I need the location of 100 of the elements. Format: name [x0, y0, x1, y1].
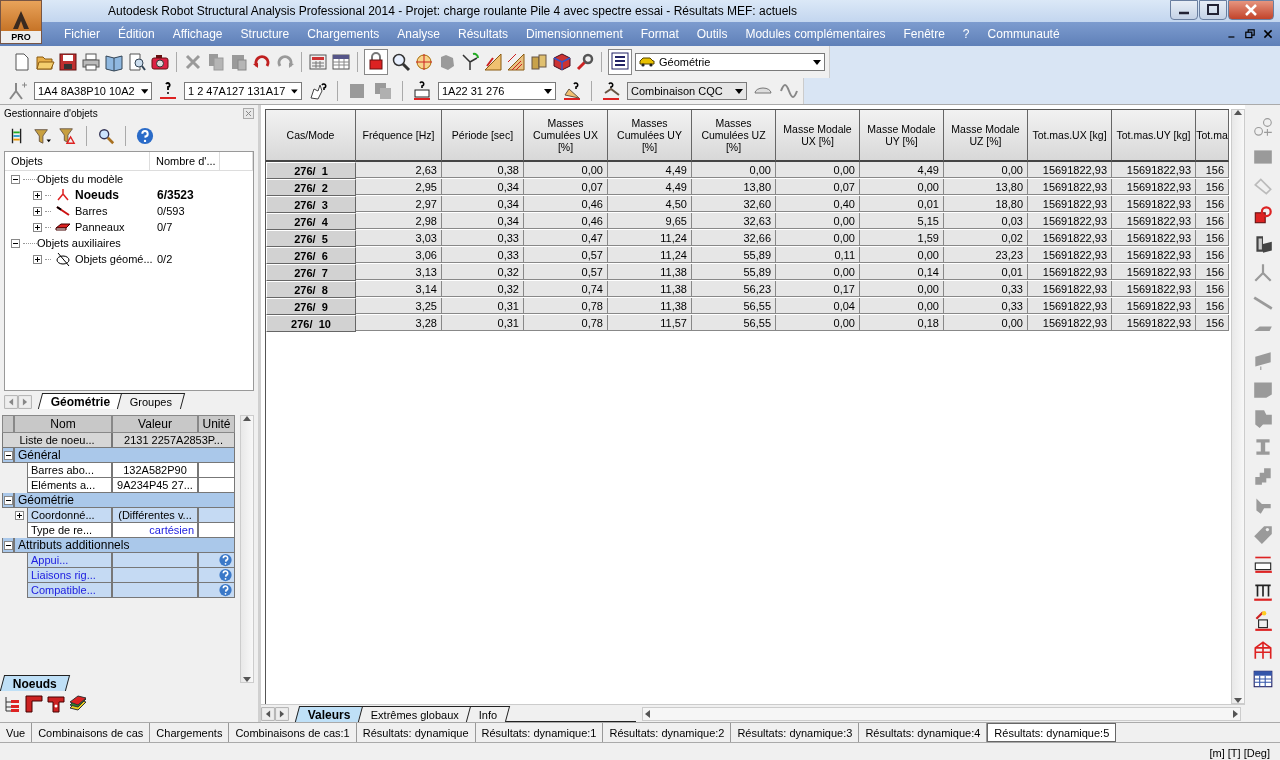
hand-query-icon[interactable]	[308, 81, 328, 101]
tree-item[interactable]: Objets du modèle	[37, 173, 124, 185]
lock-icon[interactable]	[366, 51, 386, 71]
scroll-up-icon[interactable]	[1234, 110, 1242, 115]
close-icon[interactable]	[1262, 28, 1274, 40]
dropdown-arrow-icon[interactable]	[291, 88, 298, 94]
column-header[interactable]: Nombre d'...	[150, 152, 220, 170]
tree-item[interactable]: Barres	[71, 205, 155, 217]
property-link[interactable]: Compatible...	[27, 583, 112, 598]
hatch-icon[interactable]	[506, 52, 526, 72]
corner-icon[interactable]	[24, 694, 44, 714]
t-section-icon[interactable]	[46, 694, 66, 714]
vertical-scrollbar[interactable]	[1231, 109, 1245, 704]
row-header[interactable]: 276/ 1	[266, 162, 356, 179]
column-header[interactable]: Tot.mas.UX [kg]	[1028, 110, 1112, 162]
new-page-icon[interactable]	[12, 52, 32, 72]
column-header[interactable]: Masse Modale UZ [%]	[944, 110, 1028, 162]
view-tab[interactable]: Combinaisons de cas:1	[229, 723, 357, 742]
node-selection-field[interactable]: 1A4 8A38P10 10A2	[34, 82, 152, 100]
dropdown-arrow-icon[interactable]	[544, 88, 552, 94]
scroll-up-icon[interactable]	[243, 416, 251, 421]
row-header[interactable]: 276/ 10	[266, 315, 356, 332]
paste-icon[interactable]	[229, 52, 249, 72]
view-tab[interactable]: Résultats: dynamique:2	[603, 723, 732, 742]
row-header[interactable]: 276/ 3	[266, 196, 356, 213]
expand-icon[interactable]	[33, 206, 42, 216]
camera-icon[interactable]	[150, 52, 170, 72]
row-header[interactable]: 276/ 4	[266, 213, 356, 230]
column-header[interactable]: Objets	[5, 152, 150, 170]
column-header[interactable]: Valeur	[112, 415, 198, 433]
section-header[interactable]: Géométrie	[14, 493, 235, 508]
load-combination-icon[interactable]	[601, 81, 621, 101]
bar-selection-field[interactable]: 1 2 47A127 131A17	[184, 82, 302, 100]
dropdown-arrow-icon[interactable]	[735, 88, 743, 94]
minimize-button[interactable]	[1170, 0, 1198, 20]
view-tab[interactable]: Vue	[0, 723, 33, 742]
row-header[interactable]: 276/ 6	[266, 247, 356, 264]
search-icon[interactable]	[97, 127, 115, 145]
dropdown-arrow-icon[interactable]	[140, 88, 148, 94]
tree-item[interactable]: Objets auxiliaires	[37, 237, 121, 249]
ruler-triangle-icon[interactable]	[483, 52, 503, 72]
wave-icon[interactable]	[779, 81, 799, 101]
property-link[interactable]: Liaisons rig...	[27, 568, 112, 583]
row-header[interactable]: 276/ 7	[266, 264, 356, 281]
view-tab[interactable]: Résultats: dynamique	[356, 723, 476, 742]
combination-dropdown[interactable]: Combinaison CQC	[627, 82, 747, 100]
column-header[interactable]: Tot.ma	[1196, 110, 1229, 162]
table-icon[interactable]	[331, 52, 351, 72]
tree-item[interactable]: Noeuds	[71, 188, 155, 202]
view-tab[interactable]: Combinaisons de cas	[32, 723, 151, 742]
scroll-right-icon[interactable]	[1233, 709, 1238, 718]
node-label-icon[interactable]	[1251, 117, 1274, 139]
column-header[interactable]: Période [sec]	[442, 110, 524, 162]
row-header[interactable]: 276/ 5	[266, 230, 356, 247]
view-tab[interactable]: Résultats: dynamique:5	[987, 723, 1117, 742]
horizontal-scrollbar[interactable]	[642, 706, 1241, 721]
close-icon[interactable]	[243, 107, 254, 119]
tab[interactable]: Noeuds	[0, 675, 71, 691]
section-header[interactable]: Attributs additionnels	[14, 538, 235, 553]
expand-icon[interactable]	[15, 510, 24, 520]
expand-icon[interactable]	[33, 254, 42, 264]
clear-filter-icon[interactable]	[58, 127, 76, 145]
row-header[interactable]: 276/ 2	[266, 179, 356, 196]
row-header[interactable]: 276/ 9	[266, 298, 356, 315]
column-header[interactable]: Nom	[14, 415, 112, 433]
row-header[interactable]: 276/ 8	[266, 281, 356, 298]
frame-icon[interactable]	[1251, 639, 1274, 661]
column-header[interactable]: Fréquence [Hz]	[356, 110, 442, 162]
scroll-left-icon[interactable]	[261, 706, 275, 721]
cylinders-icon[interactable]	[529, 52, 549, 72]
view-dropdown[interactable]: Géométrie	[635, 53, 825, 71]
vertical-scrollbar[interactable]	[240, 415, 254, 683]
node-arrows-icon[interactable]	[460, 52, 480, 72]
app-logo[interactable]: PRO	[0, 0, 42, 44]
collapse-icon[interactable]	[11, 238, 20, 248]
column-header[interactable]: Tot.mas.UY [kg]	[1112, 110, 1196, 162]
tab[interactable]: Valeurs	[294, 705, 364, 722]
view-tab[interactable]: Résultats: dynamique:1	[475, 723, 604, 742]
support-query-icon[interactable]	[412, 81, 432, 101]
load-case-icon[interactable]	[562, 81, 582, 101]
printer-icon[interactable]	[81, 52, 101, 72]
wrench-icon[interactable]	[575, 52, 595, 72]
view-tab[interactable]: Chargements	[150, 723, 230, 742]
column-header[interactable]: Masses Cumulées UZ [%]	[692, 110, 776, 162]
bar-query-icon[interactable]	[158, 81, 178, 101]
property-value[interactable]: cartésien	[112, 523, 198, 538]
column-header[interactable]: Cas/Mode	[266, 110, 356, 162]
layers-icon[interactable]	[68, 694, 88, 714]
column-header[interactable]: Masses Cumulées UX [%]	[524, 110, 608, 162]
print-preview-icon[interactable]	[127, 52, 147, 72]
tab[interactable]: Groupes	[117, 393, 186, 409]
calculator-icon[interactable]	[308, 52, 328, 72]
dropdown-arrow-icon[interactable]	[813, 59, 821, 65]
column-header[interactable]: Masse Modale UX [%]	[776, 110, 860, 162]
section-header[interactable]: Général	[14, 448, 235, 463]
cube-icon[interactable]	[552, 52, 572, 72]
scroll-right-icon[interactable]	[275, 706, 289, 721]
case-selection-field[interactable]: 1A22 31 276	[438, 82, 556, 100]
tree-item[interactable]: Panneaux	[71, 221, 155, 233]
collapse-icon[interactable]	[11, 174, 20, 184]
